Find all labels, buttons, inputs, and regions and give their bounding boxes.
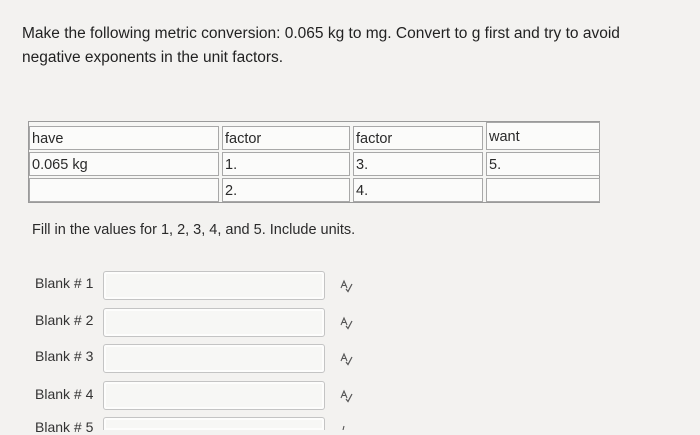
want-empty [486,178,600,202]
header-factor-2: factor [353,126,483,150]
blank-2-label: Blank # 2 [35,312,94,328]
want-5-field: 5. [486,152,600,176]
question-text: Make the following metric conversion: 0.… [22,25,620,66]
conversion-table: have factor factor want 0.065 kg 1. 3. 5… [28,121,600,203]
header-want: want [486,122,600,150]
blank-3-label: Blank # 3 [35,348,94,364]
spell-check-icon[interactable] [339,279,353,293]
factor-4-field: 4. [353,178,483,202]
factor-1-field: 1. [222,152,350,176]
factor-2-field: 2. [222,178,350,202]
blank-1-label: Blank # 1 [35,275,94,291]
spell-check-icon[interactable] [339,352,353,366]
factor-3-field: 3. [353,152,483,176]
spell-check-icon[interactable] [339,389,353,403]
blank-3-input[interactable] [103,344,325,373]
header-factor-1: factor [222,126,350,150]
header-have: have [29,126,219,150]
blank-5-label: Blank # 5 [35,419,94,435]
blank-2-input[interactable] [103,308,325,337]
blank-4-label: Blank # 4 [35,386,94,402]
blank-4-input[interactable] [103,381,325,410]
spell-check-icon[interactable] [339,316,353,330]
blank-5-input[interactable] [103,417,325,430]
have-value: 0.065 kg [29,152,219,176]
spell-check-icon[interactable] [339,424,353,430]
have-empty [29,178,219,202]
instructions-text: Fill in the values for 1, 2, 3, 4, and 5… [32,222,356,238]
blank-1-input[interactable] [103,271,325,300]
